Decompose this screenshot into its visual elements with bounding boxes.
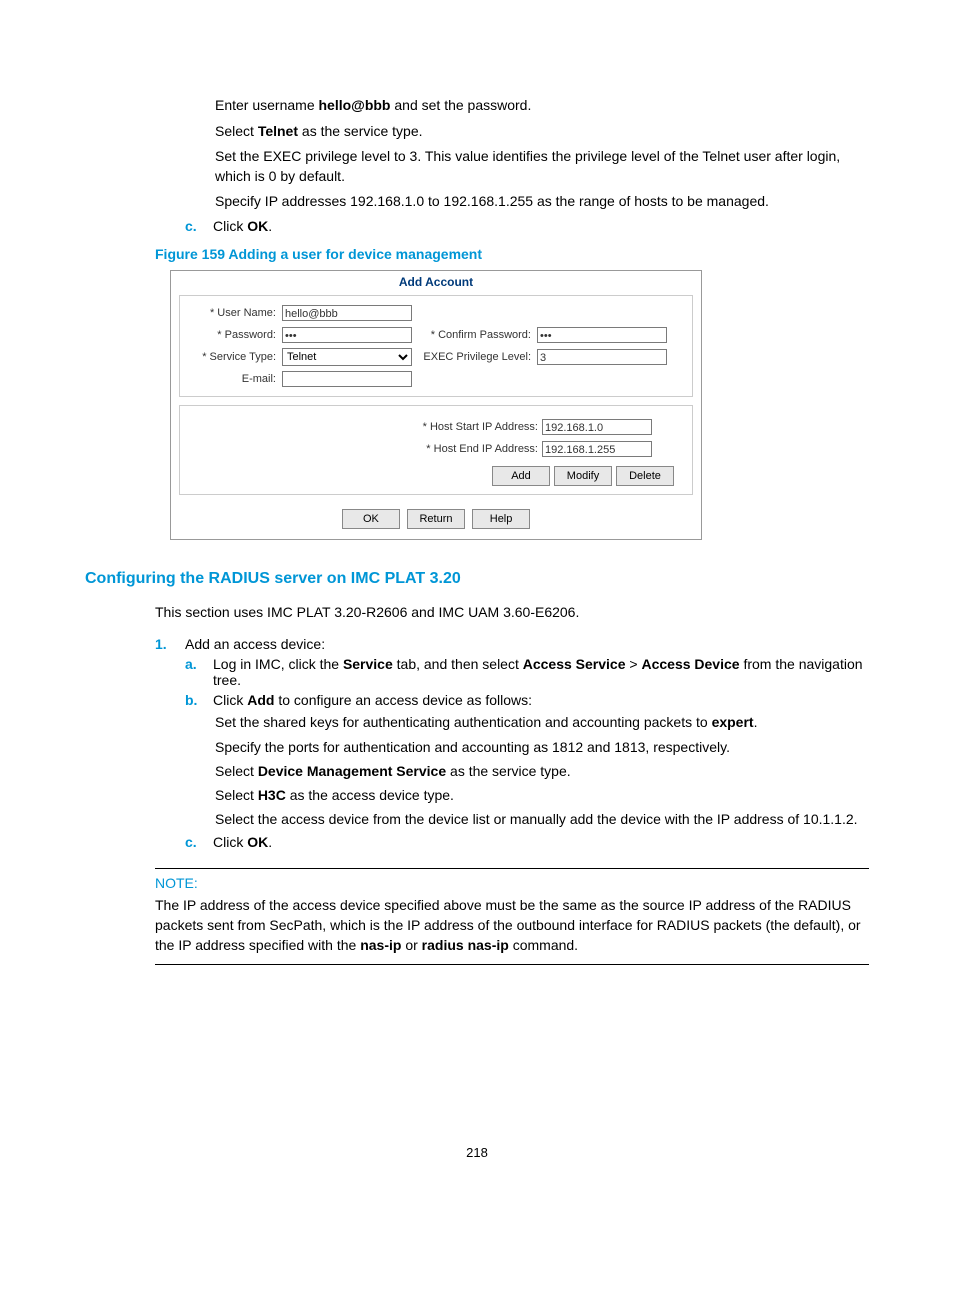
text: Click	[213, 692, 247, 708]
text: as the access device type.	[286, 787, 454, 803]
text: command.	[509, 937, 578, 953]
bold-text: hello@bbb	[319, 97, 391, 113]
intro-p2: Select Telnet as the service type.	[215, 122, 869, 142]
text: .	[754, 714, 758, 730]
confirm-input[interactable]: •••	[537, 327, 667, 343]
bold-text: OK	[247, 834, 268, 850]
text: Click	[213, 834, 247, 850]
text: as the service type.	[298, 123, 423, 139]
step-c: c. Click OK.	[185, 218, 869, 234]
hoststart-input[interactable]: 192.168.1.0	[542, 419, 652, 435]
servicetype-label: * Service Type:	[186, 351, 282, 363]
b-sub1: Set the shared keys for authenticating a…	[215, 712, 869, 732]
text: Select	[215, 787, 258, 803]
password-label: * Password:	[186, 329, 282, 341]
b-sub4: Select H3C as the access device type.	[215, 785, 869, 805]
text: Enter username	[215, 97, 319, 113]
step-text: Click OK.	[213, 218, 272, 234]
add-button[interactable]: Add	[492, 466, 550, 486]
modify-button[interactable]: Modify	[554, 466, 612, 486]
intro-p3: Set the EXEC privilege level to 3. This …	[215, 147, 869, 186]
bold-text: Device Management Service	[258, 763, 446, 779]
text: Set the shared keys for authenticating a…	[215, 714, 712, 730]
step-b: b. Click Add to configure an access devi…	[185, 692, 869, 708]
note-label: NOTE:	[155, 875, 869, 891]
text: .	[268, 834, 272, 850]
password-input[interactable]: •••	[282, 327, 412, 343]
text: or	[401, 937, 421, 953]
execlevel-label: EXEC Privilege Level:	[421, 351, 537, 363]
bold-text: expert	[712, 714, 754, 730]
hostend-label: * Host End IP Address:	[408, 443, 542, 455]
shot-form-bottom: * Host Start IP Address: 192.168.1.0 * H…	[179, 405, 693, 495]
step-text: Click Add to configure an access device …	[213, 692, 532, 708]
note-text: The IP address of the access device spec…	[155, 895, 869, 956]
step-marker: c.	[185, 834, 213, 850]
username-label: * User Name:	[186, 307, 282, 319]
step-marker: c.	[185, 218, 213, 234]
bold-text: Access Service	[523, 656, 626, 672]
b-sub2: Specify the ports for authentication and…	[215, 737, 869, 757]
bold-text: Telnet	[258, 123, 298, 139]
intro-p4: Specify IP addresses 192.168.1.0 to 192.…	[215, 192, 869, 212]
shot-footer-buttons: OK Return Help	[171, 503, 701, 539]
section-title: Configuring the RADIUS server on IMC PLA…	[85, 570, 869, 588]
page-number: 218	[85, 1145, 869, 1160]
bold-text: Add	[247, 692, 274, 708]
step-text: Click OK.	[213, 834, 272, 850]
ok-button[interactable]: OK	[342, 509, 400, 529]
text: .	[268, 218, 272, 234]
screenshot-title: Add Account	[171, 271, 701, 295]
help-button[interactable]: Help	[472, 509, 530, 529]
confirm-label: * Confirm Password:	[421, 329, 537, 341]
text: >	[626, 656, 642, 672]
b-sub3: Select Device Management Service as the …	[215, 761, 869, 781]
step-marker: b.	[185, 692, 213, 708]
hoststart-label: * Host Start IP Address:	[408, 421, 542, 433]
intro-p1: Enter username hello@bbb and set the pas…	[215, 96, 869, 116]
figure-caption: Figure 159 Adding a user for device mana…	[155, 246, 869, 262]
text: to configure an access device as follows…	[274, 692, 532, 708]
bold-text: OK	[247, 218, 268, 234]
section-intro: This section uses IMC PLAT 3.20-R2606 an…	[155, 602, 869, 622]
step-text: Add an access device:	[185, 636, 325, 652]
delete-button[interactable]: Delete	[616, 466, 674, 486]
execlevel-input[interactable]: 3	[537, 349, 667, 365]
note-box: NOTE: The IP address of the access devic…	[155, 868, 869, 965]
step-1: 1. Add an access device:	[155, 636, 869, 652]
step-c2: c. Click OK.	[185, 834, 869, 850]
text: Select	[215, 763, 258, 779]
email-label: E-mail:	[186, 373, 282, 385]
hostend-input[interactable]: 192.168.1.255	[542, 441, 652, 457]
text: Select	[215, 123, 258, 139]
step-text: Log in IMC, click the Service tab, and t…	[213, 656, 869, 688]
bold-text: nas-ip	[360, 937, 401, 953]
bold-text: radius nas-ip	[422, 937, 509, 953]
text: Log in IMC, click the	[213, 656, 343, 672]
servicetype-select[interactable]: Telnet	[282, 348, 412, 366]
step-marker: 1.	[155, 636, 185, 652]
screenshot: Add Account * User Name: hello@bbb * Pas…	[170, 270, 702, 540]
bold-text: Access Device	[641, 656, 739, 672]
bold-text: Service	[343, 656, 393, 672]
bold-text: H3C	[258, 787, 286, 803]
step-marker: a.	[185, 656, 213, 688]
email-input[interactable]	[282, 371, 412, 387]
shot-form-top: * User Name: hello@bbb * Password: ••• *…	[179, 295, 693, 397]
text: Click	[213, 218, 247, 234]
username-input[interactable]: hello@bbb	[282, 305, 412, 321]
b-sub5: Select the access device from the device…	[215, 809, 869, 829]
text: and set the password.	[390, 97, 531, 113]
step-a: a. Log in IMC, click the Service tab, an…	[185, 656, 869, 688]
text: as the service type.	[446, 763, 571, 779]
text: tab, and then select	[393, 656, 523, 672]
return-button[interactable]: Return	[407, 509, 465, 529]
